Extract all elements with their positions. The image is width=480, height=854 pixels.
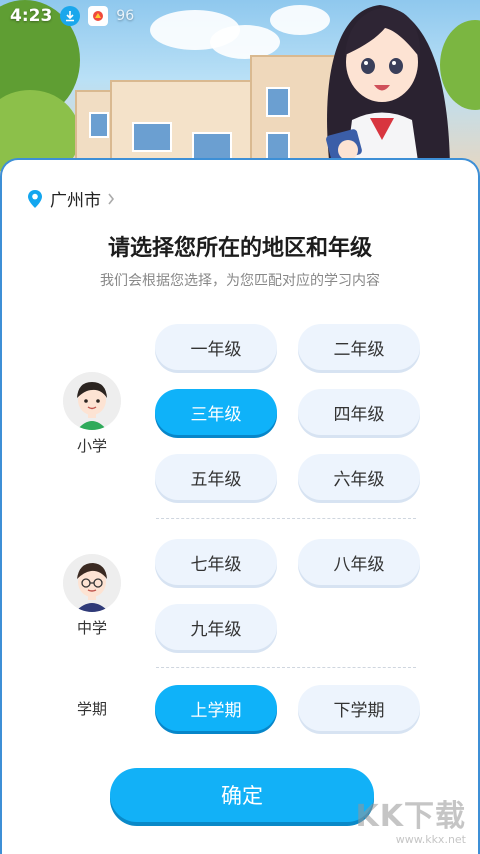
location-pin-icon (28, 189, 42, 208)
primary-school-label: 小学 (76, 437, 107, 455)
semester-label: 学期 (76, 700, 107, 718)
grade-6-button[interactable]: 六年级 (298, 454, 420, 500)
watermark: KK下载 www.kkx.net (356, 791, 467, 846)
section-divider (156, 667, 416, 668)
page-subtitle: 我们会根据您选择，为您匹配对应的学习内容 (100, 273, 380, 289)
second-semester-button[interactable]: 下学期 (298, 685, 420, 731)
window-shape (89, 112, 109, 138)
window-shape (266, 87, 290, 117)
header-banner: 4:23 96 (0, 0, 480, 175)
grade-8-button[interactable]: 八年级 (298, 539, 420, 585)
watermark-brand: KK下载 (355, 799, 466, 834)
grade-4-button[interactable]: 四年级 (298, 389, 420, 435)
status-bar: 4:23 96 (10, 5, 134, 27)
app-notification-icon (88, 6, 109, 26)
download-icon (60, 6, 81, 26)
middle-student-avatar (63, 554, 121, 612)
page-title: 请选择您所在的地区和年级 (107, 236, 372, 261)
window-shape (132, 122, 172, 152)
girl-illustration (326, 5, 450, 175)
primary-student-avatar (63, 372, 121, 430)
first-semester-button[interactable]: 上学期 (155, 685, 277, 731)
chevron-right-icon (108, 193, 115, 204)
confirm-button[interactable]: 确定 (110, 768, 374, 822)
status-time: 4:23 (10, 6, 53, 26)
grade-3-button[interactable]: 三年级 (155, 389, 277, 435)
grade-2-button[interactable]: 二年级 (298, 324, 420, 370)
location-city: 广州市 (50, 191, 101, 211)
middle-school-label: 中学 (76, 619, 107, 637)
cloud-shape (210, 25, 280, 59)
location-selector[interactable]: 广州市 (26, 186, 115, 211)
section-divider (156, 518, 416, 519)
grade-7-button[interactable]: 七年级 (155, 539, 277, 585)
battery-level: 96 (116, 8, 135, 24)
selection-card: 广州市 请选择您所在的地区和年级 我们会根据您选择，为您匹配对应的学习内容 小学… (0, 158, 480, 854)
grade-1-button[interactable]: 一年级 (155, 324, 277, 370)
grade-5-button[interactable]: 五年级 (155, 454, 277, 500)
grade-9-button[interactable]: 九年级 (155, 604, 277, 650)
